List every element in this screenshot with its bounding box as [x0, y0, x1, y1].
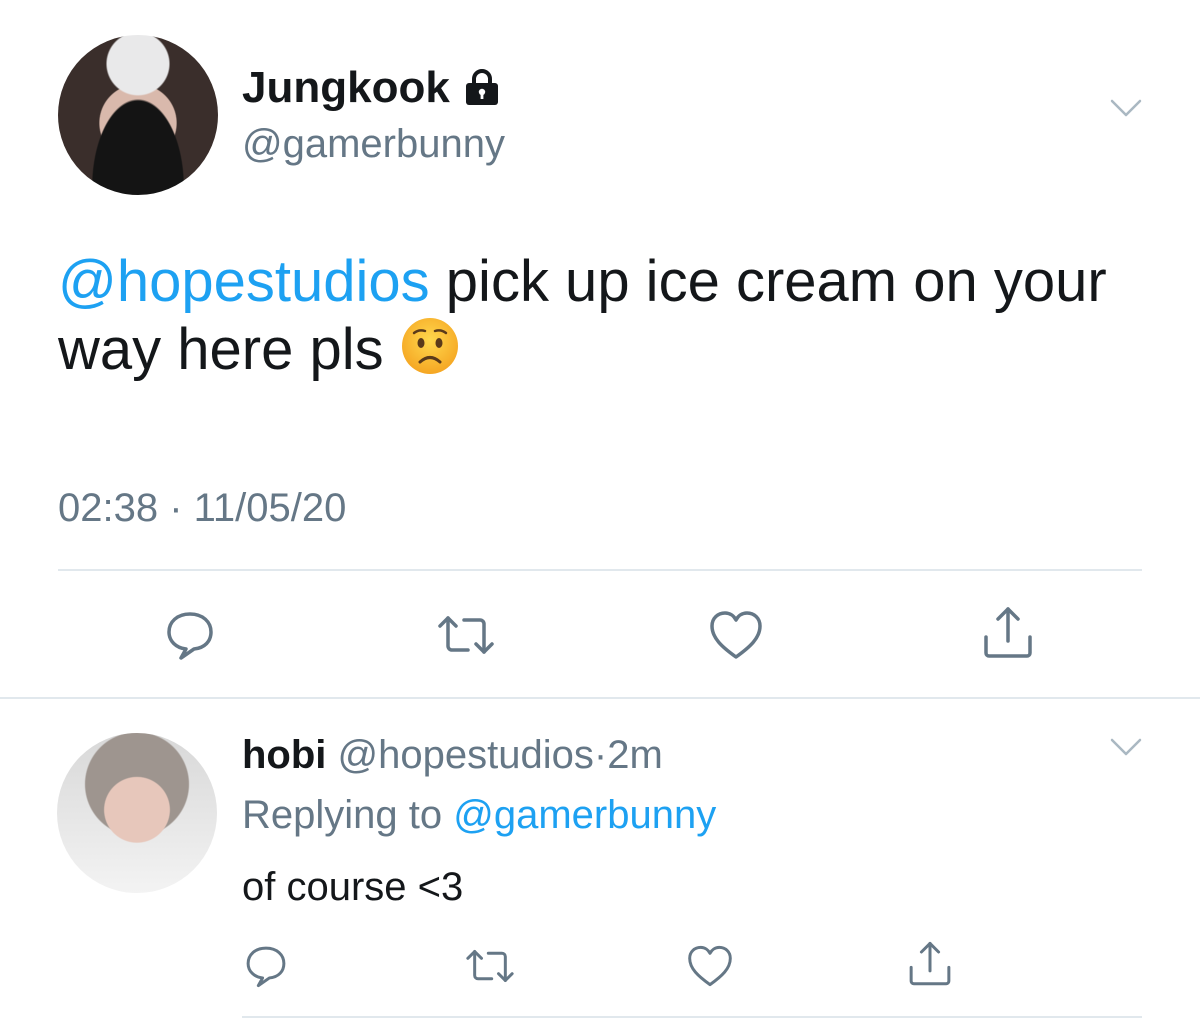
retweet-icon [434, 608, 498, 662]
retweet-button[interactable] [462, 940, 518, 992]
reply-icon [243, 943, 289, 989]
tweet-timestamp[interactable]: 02:38 · 11/05/20 [58, 483, 346, 533]
reply-button[interactable] [240, 940, 292, 992]
tweet-text: @hopestudios pick up ice cream on your w… [58, 248, 1138, 391]
chevron-down-icon[interactable] [1110, 737, 1142, 763]
share-icon [906, 940, 954, 988]
like-button[interactable] [684, 940, 736, 992]
replying-to-link[interactable]: @gamerbunny [453, 793, 716, 837]
reply-author-name[interactable]: hobi [242, 733, 326, 777]
divider [58, 569, 1142, 571]
avatar[interactable] [57, 733, 217, 893]
reply-header: hobi @hopestudios·2m [242, 730, 663, 780]
lock-icon [462, 68, 502, 108]
reply-icon [163, 608, 217, 662]
reply-author-handle[interactable]: @hopestudios [338, 733, 594, 777]
heart-icon [708, 609, 764, 661]
replying-prefix: Replying to [242, 793, 454, 837]
author-display-name: Jungkook [242, 63, 450, 112]
avatar[interactable] [58, 35, 218, 195]
like-button[interactable] [706, 605, 766, 665]
chevron-down-icon[interactable] [1110, 98, 1142, 124]
divider [0, 697, 1200, 699]
share-button[interactable] [904, 938, 956, 990]
share-button[interactable] [978, 603, 1038, 663]
author-handle[interactable]: @gamerbunny [242, 120, 505, 168]
reply-button[interactable] [160, 605, 220, 665]
replying-to-line: Replying to @gamerbunny [242, 790, 716, 840]
mention-link[interactable]: @hopestudios [58, 249, 430, 314]
worried-face-emoji [400, 316, 460, 391]
separator: · [593, 733, 608, 777]
retweet-icon [462, 943, 518, 989]
reply-text: of course <3 [242, 865, 464, 909]
heart-icon [686, 944, 734, 988]
share-icon [980, 605, 1036, 661]
reply-time[interactable]: 2m [607, 733, 663, 777]
author-name[interactable]: Jungkook [242, 62, 502, 114]
divider [242, 1016, 1142, 1018]
retweet-button[interactable] [434, 605, 498, 665]
